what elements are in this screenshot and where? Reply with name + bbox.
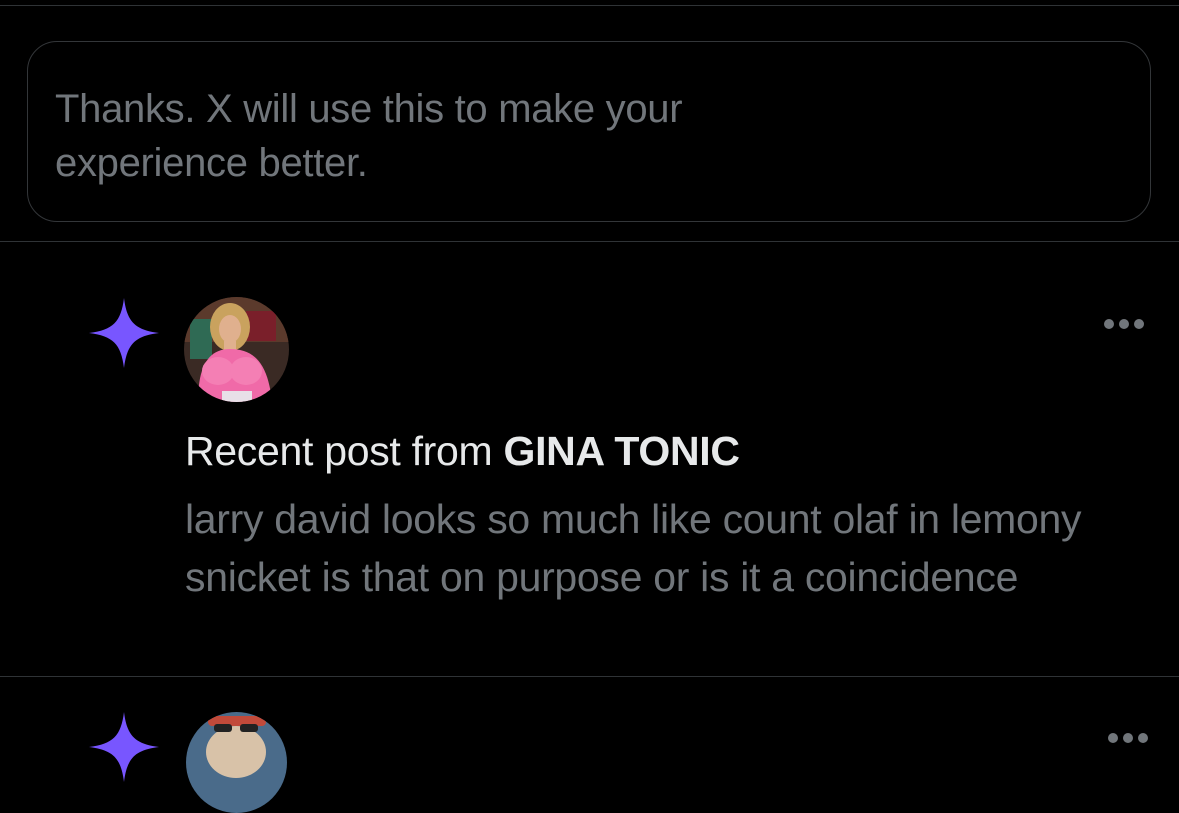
feedback-confirmation: Thanks. X will use this to make your exp… — [27, 41, 1151, 222]
avatar[interactable] — [184, 297, 289, 402]
avatar-image — [184, 297, 289, 402]
sparkle-icon — [89, 712, 159, 782]
feedback-message: Thanks. X will use this to make your exp… — [55, 87, 683, 185]
post-text: larry david looks so much like count ola… — [185, 496, 1082, 600]
avatar[interactable] — [186, 712, 287, 813]
more-options-icon[interactable] — [1103, 317, 1145, 331]
avatar-image — [186, 712, 287, 813]
section-divider — [0, 241, 1179, 242]
author-name[interactable]: GINA TONIC — [503, 428, 739, 474]
post-heading: Recent post from GINA TONIC — [185, 425, 740, 477]
sparkle-icon — [89, 298, 159, 368]
top-divider — [0, 5, 1179, 6]
item-divider — [0, 676, 1179, 677]
heading-prefix: Recent post from — [185, 428, 504, 474]
